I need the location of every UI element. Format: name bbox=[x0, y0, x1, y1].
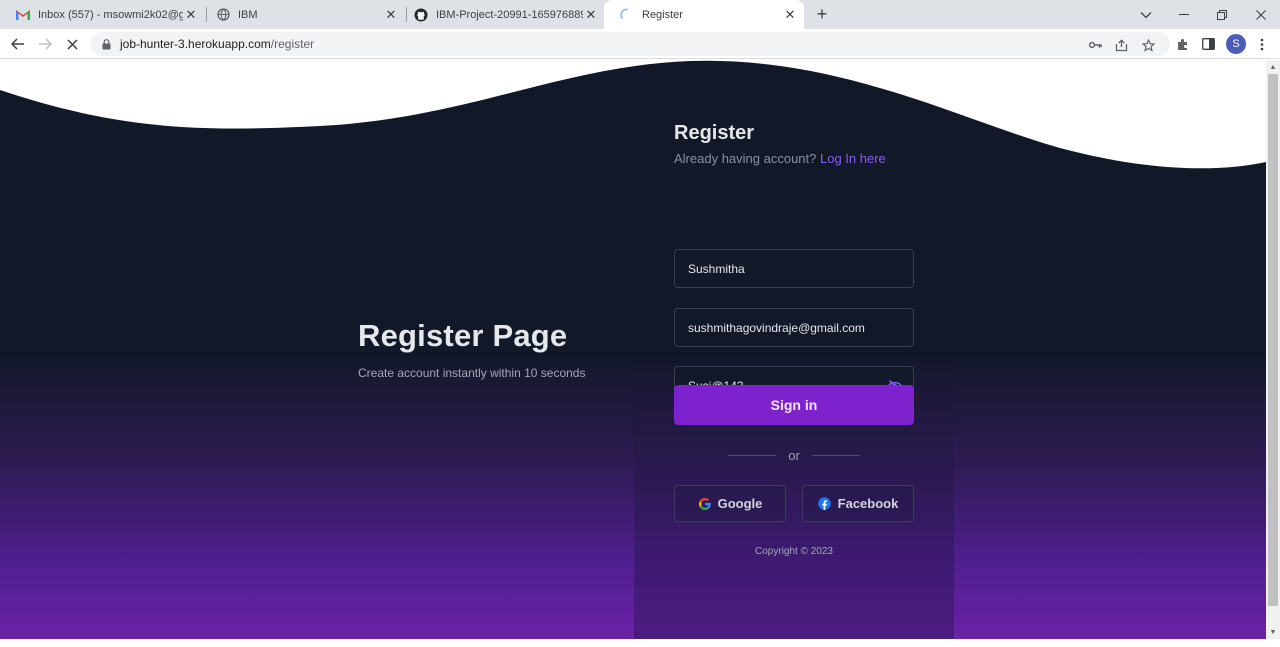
google-icon bbox=[698, 497, 712, 511]
share-icon[interactable] bbox=[1112, 36, 1130, 54]
stop-loading-icon[interactable] bbox=[61, 33, 83, 55]
window-close-icon[interactable] bbox=[1242, 0, 1280, 29]
google-label: Google bbox=[717, 496, 763, 511]
close-icon[interactable]: ✕ bbox=[583, 7, 599, 23]
loading-spinner-icon bbox=[620, 8, 634, 22]
url-host: job-hunter-3.herokuapp.com bbox=[120, 37, 271, 51]
divider-line bbox=[811, 454, 860, 456]
star-icon[interactable] bbox=[1139, 36, 1157, 54]
key-icon[interactable] bbox=[1086, 36, 1104, 54]
globe-icon bbox=[216, 8, 230, 22]
bottom-edge bbox=[0, 639, 1280, 647]
lock-icon[interactable] bbox=[100, 38, 112, 50]
form-title: Register bbox=[674, 122, 755, 144]
register-form-header: Register Already having account? Log In … bbox=[674, 122, 914, 166]
restore-icon[interactable] bbox=[1203, 0, 1241, 29]
hero-section: Register Page Create account instantly w… bbox=[358, 318, 618, 380]
wave-decoration bbox=[0, 60, 1266, 169]
scroll-down-arrow-icon[interactable]: ▼ bbox=[1266, 625, 1280, 639]
github-icon bbox=[414, 8, 428, 22]
tab-github[interactable]: IBM-Project-20991-1659768892/ ✕ bbox=[398, 0, 605, 29]
scroll-up-arrow-icon[interactable]: ▲ bbox=[1266, 60, 1280, 74]
name-field-value: Sushmitha bbox=[688, 261, 745, 276]
divider-line bbox=[728, 454, 777, 456]
facebook-icon bbox=[818, 497, 832, 511]
google-login-button[interactable]: Google bbox=[674, 485, 786, 522]
minimize-icon[interactable] bbox=[1165, 0, 1203, 29]
sign-in-button[interactable]: Sign in bbox=[674, 385, 914, 425]
gmail-icon bbox=[16, 8, 30, 22]
page-subtitle: Create account instantly within 10 secon… bbox=[358, 366, 586, 380]
tab-title: IBM-Project-20991-1659768892/ bbox=[436, 8, 583, 21]
extensions-icon[interactable] bbox=[1171, 33, 1193, 55]
tab-register[interactable]: Register ✕ bbox=[604, 0, 804, 29]
tab-title: IBM bbox=[238, 8, 258, 21]
email-field-value: sushmithagovindraje@gmail.com bbox=[688, 320, 865, 335]
side-panel-icon[interactable] bbox=[1197, 33, 1219, 55]
toolbar: job-hunter-3.herokuapp.com/register bbox=[0, 29, 1280, 59]
facebook-label: Facebook bbox=[837, 496, 899, 511]
facebook-login-button[interactable]: Facebook bbox=[802, 485, 914, 522]
tab-ibm[interactable]: IBM ✕ bbox=[200, 0, 405, 29]
tab-title: Register bbox=[642, 8, 683, 21]
url-path: /register bbox=[270, 37, 315, 51]
login-prompt: Already having account? Log In here bbox=[674, 151, 914, 166]
page-viewport bbox=[0, 60, 1266, 639]
menu-icon[interactable] bbox=[1251, 33, 1273, 55]
scrollbar-thumb[interactable] bbox=[1268, 74, 1278, 606]
profile-avatar[interactable]: S bbox=[1226, 34, 1246, 54]
forward-icon[interactable] bbox=[34, 33, 56, 55]
address-bar[interactable]: job-hunter-3.herokuapp.com/register bbox=[90, 32, 1170, 56]
login-link[interactable]: Log In here bbox=[820, 151, 886, 166]
tab-search-icon[interactable] bbox=[1127, 0, 1165, 29]
name-field[interactable]: Sushmitha bbox=[674, 249, 914, 288]
tab-strip: Inbox (557) - msowmi2k02@gma ✕ IBM ✕ IBM… bbox=[0, 0, 1280, 29]
url-text: job-hunter-3.herokuapp.com/register bbox=[120, 37, 314, 51]
email-field[interactable]: sushmithagovindraje@gmail.com bbox=[674, 308, 914, 347]
new-tab-button[interactable]: + bbox=[812, 4, 832, 24]
divider: or bbox=[728, 447, 860, 463]
tab-inbox[interactable]: Inbox (557) - msowmi2k02@gma ✕ bbox=[0, 0, 205, 29]
close-icon[interactable]: ✕ bbox=[383, 7, 399, 23]
divider-text: or bbox=[788, 447, 800, 463]
close-icon[interactable]: ✕ bbox=[782, 7, 798, 23]
page-title: Register Page bbox=[358, 318, 568, 353]
tab-title: Inbox (557) - msowmi2k02@gma bbox=[38, 8, 183, 21]
copyright-text: Copyright © 2023 bbox=[755, 546, 833, 557]
close-icon[interactable]: ✕ bbox=[183, 7, 199, 23]
back-icon[interactable] bbox=[7, 33, 29, 55]
login-prompt-text: Already having account? bbox=[674, 151, 817, 166]
